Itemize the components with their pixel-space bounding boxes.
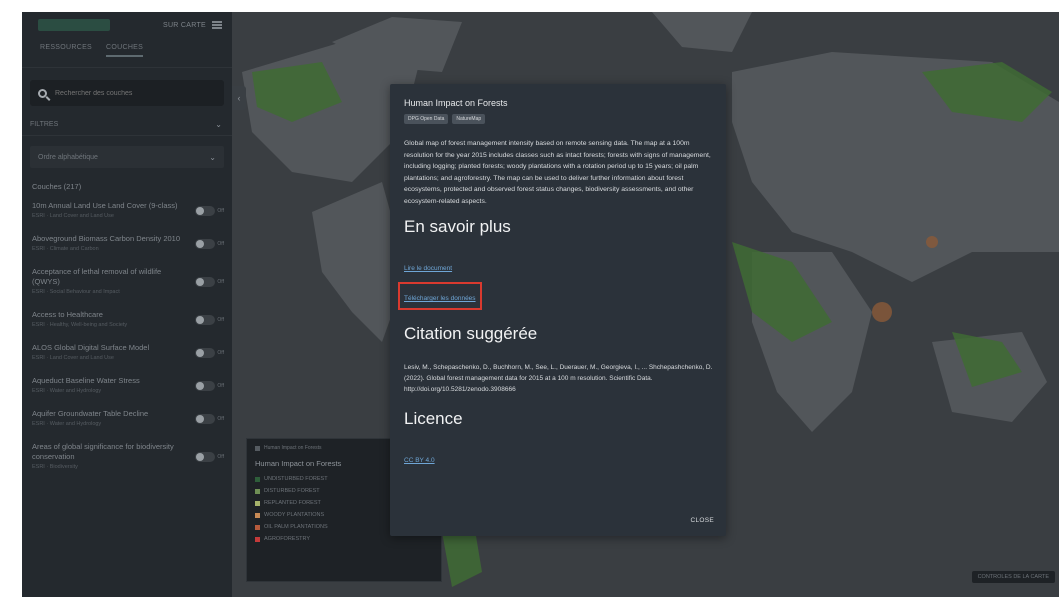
close-button[interactable]: CLOSE bbox=[690, 517, 714, 524]
layer-toggle[interactable] bbox=[195, 451, 216, 462]
layer-list: 10m Annual Land Use Land Cover (9-class)… bbox=[22, 195, 232, 479]
search-input[interactable] bbox=[55, 89, 205, 97]
layer-meta: ESRI · Land Cover and Land Use bbox=[32, 213, 114, 219]
toggle-label: Off bbox=[217, 316, 224, 323]
on-map-label[interactable]: SUR CARTE bbox=[163, 22, 206, 29]
menu-icon[interactable] bbox=[212, 21, 222, 29]
sidebar: SUR CARTE RESSOURCES COUCHES FILTRES ⌄ O… bbox=[22, 12, 232, 597]
read-document-link[interactable]: Lire le document bbox=[404, 265, 452, 272]
drag-handle-icon[interactable] bbox=[255, 445, 260, 451]
layer-meta: ESRI · Social Behaviour and Impact bbox=[32, 289, 120, 295]
layer-description: Global map of forest management intensit… bbox=[404, 140, 711, 205]
layer-meta: ESRI · Climate and Carbon bbox=[32, 246, 99, 252]
sidebar-tabs: RESSOURCES COUCHES bbox=[22, 38, 232, 68]
sidebar-header: SUR CARTE bbox=[22, 12, 232, 38]
citation-heading: Citation suggérée bbox=[404, 324, 538, 343]
legend-swatch bbox=[255, 524, 260, 530]
legend-label: REPLANTED FOREST bbox=[264, 500, 321, 506]
toggle-label: Off bbox=[217, 349, 224, 356]
tab-resources[interactable]: RESSOURCES bbox=[40, 44, 92, 57]
layer-toggle[interactable] bbox=[195, 314, 216, 325]
licence-link[interactable]: CC BY 4.0 bbox=[404, 457, 435, 464]
highlight-box: Télécharger les données bbox=[398, 282, 482, 310]
tag-list: DPG Open Data NatureMap bbox=[404, 114, 714, 124]
legend-label: WOODY PLANTATIONS bbox=[264, 512, 325, 518]
layer-name: Aboveground Biomass Carbon Density 2010 bbox=[32, 234, 181, 243]
modal-title: Human Impact on Forests bbox=[404, 98, 508, 108]
layer-meta: ESRI · Biodiversity bbox=[32, 464, 78, 470]
list-item[interactable]: 10m Annual Land Use Land Cover (9-class)… bbox=[32, 195, 232, 228]
collapse-sidebar-button[interactable]: ‹ bbox=[232, 86, 246, 110]
app-logo[interactable] bbox=[38, 19, 110, 31]
filters-toggle[interactable]: FILTRES ⌄ bbox=[22, 114, 232, 136]
search-box bbox=[30, 80, 224, 106]
toggle-label: Off bbox=[217, 382, 224, 389]
layer-name: Access to Healthcare bbox=[32, 310, 103, 319]
list-item[interactable]: Areas of global significance for biodive… bbox=[32, 436, 232, 479]
tag-badge: NatureMap bbox=[452, 114, 486, 124]
legend-swatch bbox=[255, 476, 260, 482]
download-data-link[interactable]: Télécharger les données bbox=[404, 295, 476, 302]
layer-toggle[interactable] bbox=[195, 276, 216, 287]
tab-layers[interactable]: COUCHES bbox=[106, 44, 144, 57]
chevron-down-icon: ⌄ bbox=[215, 120, 222, 129]
toggle-label: Off bbox=[217, 207, 224, 214]
search-icon bbox=[38, 88, 47, 98]
layer-meta: ESRI · Healthy, Well-being and Society bbox=[32, 322, 128, 328]
list-item[interactable]: Aboveground Biomass Carbon Density 2010 E… bbox=[32, 228, 232, 261]
legend-swatch bbox=[255, 488, 260, 494]
legend-swatch bbox=[255, 512, 260, 518]
sort-value: Ordre alphabétique bbox=[38, 153, 98, 161]
layer-toggle[interactable] bbox=[195, 238, 216, 249]
layer-name: ALOS Global Digital Surface Model bbox=[32, 343, 150, 352]
legend-label: UNDISTURBED FOREST bbox=[264, 476, 328, 482]
list-item[interactable]: ALOS Global Digital Surface Model ESRI · … bbox=[32, 337, 232, 370]
chevron-down-icon: ⌄ bbox=[209, 152, 216, 162]
toggle-label: Off bbox=[217, 415, 224, 422]
layer-toggle[interactable] bbox=[195, 413, 216, 424]
learn-more-heading: En savoir plus bbox=[404, 217, 511, 236]
legend-item: AGROFORESTRY bbox=[255, 536, 433, 542]
layer-info-modal: Human Impact on Forests DPG Open Data Na… bbox=[390, 84, 726, 536]
map-controls-button[interactable]: CONTROLES DE LA CARTE bbox=[971, 571, 1055, 583]
layer-name: 10m Annual Land Use Land Cover (9-class) bbox=[32, 201, 178, 210]
layer-toggle[interactable] bbox=[195, 380, 216, 391]
list-item[interactable]: Aqueduct Baseline Water Stress ESRI · Wat… bbox=[32, 370, 232, 403]
legend-swatch bbox=[255, 536, 260, 542]
toggle-label: Off bbox=[217, 240, 224, 247]
layer-name: Aquifer Groundwater Table Decline bbox=[32, 409, 149, 418]
legend-swatch bbox=[255, 500, 260, 506]
toggle-label: Off bbox=[217, 278, 224, 285]
tag-badge: DPG Open Data bbox=[404, 114, 449, 124]
sort-select[interactable]: Ordre alphabétique ⌄ bbox=[30, 146, 224, 168]
filters-label: FILTRES bbox=[30, 121, 59, 128]
layer-name: Aqueduct Baseline Water Stress bbox=[32, 376, 140, 385]
layer-count: Couches (217) bbox=[32, 182, 82, 191]
toggle-label: Off bbox=[217, 453, 224, 460]
citation-text: Lesiv, M., Schepaschenko, D., Buchhorn, … bbox=[404, 364, 713, 393]
legend-label: AGROFORESTRY bbox=[264, 536, 311, 542]
list-item[interactable]: Access to Healthcare ESRI · Healthy, Well… bbox=[32, 304, 232, 337]
legend-label: OIL PALM PLANTATIONS bbox=[264, 524, 328, 530]
layer-meta: ESRI · Water and Hydrology bbox=[32, 388, 102, 394]
layer-toggle[interactable] bbox=[195, 347, 216, 358]
licence-heading: Licence bbox=[404, 409, 463, 428]
legend-label: DISTURBED FOREST bbox=[264, 488, 320, 494]
app-frame: SUR CARTE RESSOURCES COUCHES FILTRES ⌄ O… bbox=[22, 12, 1059, 597]
layer-name: Areas of global significance for biodive… bbox=[32, 442, 174, 461]
layer-name: Acceptance of lethal removal of wildlife… bbox=[32, 267, 162, 286]
layer-toggle[interactable] bbox=[195, 205, 216, 216]
list-item[interactable]: Aquifer Groundwater Table Decline ESRI · … bbox=[32, 403, 232, 436]
legend-header-label: Human Impact on Forests bbox=[264, 445, 322, 451]
sidebar-header-right: SUR CARTE bbox=[163, 21, 222, 29]
list-item[interactable]: Acceptance of lethal removal of wildlife… bbox=[32, 261, 232, 304]
layer-meta: ESRI · Water and Hydrology bbox=[32, 421, 102, 427]
layer-meta: ESRI · Land Cover and Land Use bbox=[32, 355, 114, 361]
